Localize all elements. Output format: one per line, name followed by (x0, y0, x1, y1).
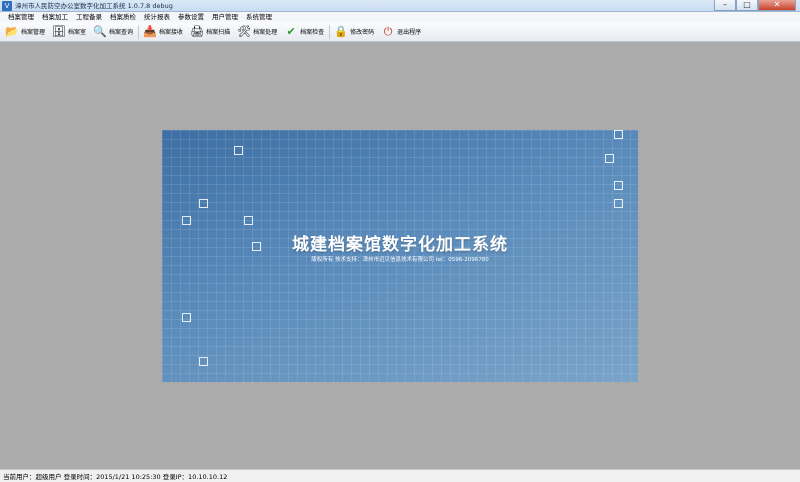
splash-title: 城建档案馆数字化加工系统 (292, 235, 508, 255)
toolbar-label: 档案处理 (253, 29, 278, 36)
menu-system-management[interactable]: 系统管理 (242, 12, 276, 22)
window-title: 漳州市人民防空办公室数字化加工系统 1.0.7.8 debug (15, 2, 173, 10)
process-icon: 🛠 (237, 24, 252, 38)
toolbar-label: 档案查询 (109, 29, 134, 36)
toolbar: 📂 档案管理 🗄 档案室 🔍 档案查询 📥 档案接收 🖨 档案扫描 🛠 档案处理… (0, 22, 800, 42)
decorative-square (234, 146, 243, 155)
decorative-square (605, 154, 614, 163)
app-icon: V (2, 1, 12, 11)
decorative-square (182, 216, 191, 225)
menu-project-record[interactable]: 工程备录 (72, 12, 106, 22)
menu-user-management[interactable]: 用户管理 (208, 12, 242, 22)
menu-bar: 档案管理 档案加工 工程备录 档案质检 统计报表 参数设置 用户管理 系统管理 (0, 12, 800, 22)
maximize-button[interactable]: □ (736, 0, 758, 11)
search-document-icon: 🔍 (93, 24, 107, 38)
decorative-square (199, 199, 208, 208)
window-controls: – □ ✕ (714, 0, 796, 12)
title-bar: V 漳州市人民防空办公室数字化加工系统 1.0.7.8 debug – □ ✕ (0, 0, 800, 12)
toolbar-separator (138, 24, 140, 39)
toolbar-change-password-button[interactable]: 🔒 修改密码 (332, 23, 376, 41)
menu-reports[interactable]: 统计报表 (140, 12, 174, 22)
workspace: 城建档案馆数字化加工系统 版权所有 技术支持：漳州市迈贝信息技术有限公司 tel… (0, 42, 800, 469)
toolbar-label: 退出程序 (397, 29, 422, 36)
splash-panel: 城建档案馆数字化加工系统 版权所有 技术支持：漳州市迈贝信息技术有限公司 tel… (162, 130, 638, 382)
scanner-icon: 🖨 (190, 24, 205, 38)
toolbar-separator (329, 24, 331, 39)
decorative-square (182, 313, 191, 322)
toolbar-label: 档案管理 (21, 29, 46, 36)
toolbar-label: 档案接收 (159, 29, 184, 36)
toolbar-archive-check-button[interactable]: ✔ 档案检查 (282, 23, 326, 41)
lock-icon: 🔒 (334, 24, 348, 38)
toolbar-archive-process-button[interactable]: 🛠 档案处理 (235, 23, 279, 41)
toolbar-archive-room-button[interactable]: 🗄 档案室 (50, 23, 88, 41)
decorative-square (244, 216, 253, 225)
toolbar-label: 档案室 (68, 29, 87, 36)
toolbar-label: 档案扫描 (206, 29, 231, 36)
status-text: 当前用户：超级用户 登录时间：2015/1/21 10:25:30 登录IP：1… (3, 473, 228, 481)
splash-copyright: 版权所有 技术支持：漳州市迈贝信息技术有限公司 tel：0596-2096780 (311, 257, 489, 263)
power-icon: ⏻ (383, 24, 393, 38)
shield-check-icon: ✔ (286, 24, 296, 38)
cabinet-icon: 🗄 (52, 24, 66, 38)
folder-open-icon: 📂 (5, 24, 19, 38)
close-button[interactable]: ✕ (758, 0, 796, 11)
receive-icon: 📥 (143, 24, 157, 38)
decorative-square (614, 130, 623, 139)
toolbar-label: 修改密码 (350, 29, 375, 36)
toolbar-exit-button[interactable]: ⏻ 退出程序 (379, 23, 423, 41)
menu-archive-processing[interactable]: 档案加工 (38, 12, 72, 22)
menu-archive-management[interactable]: 档案管理 (4, 12, 38, 22)
decorative-square (199, 357, 208, 366)
status-bar: 当前用户：超级用户 登录时间：2015/1/21 10:25:30 登录IP：1… (0, 469, 800, 482)
decorative-square (614, 181, 623, 190)
toolbar-archive-search-button[interactable]: 🔍 档案查询 (91, 23, 135, 41)
toolbar-archive-scan-button[interactable]: 🖨 档案扫描 (188, 23, 232, 41)
toolbar-archive-receive-button[interactable]: 📥 档案接收 (141, 23, 185, 41)
toolbar-label: 档案检查 (300, 29, 325, 36)
menu-archive-qc[interactable]: 档案质检 (106, 12, 140, 22)
menu-settings[interactable]: 参数设置 (174, 12, 208, 22)
toolbar-archive-management-button[interactable]: 📂 档案管理 (3, 23, 47, 41)
minimize-button[interactable]: – (714, 0, 736, 11)
decorative-square (614, 199, 623, 208)
